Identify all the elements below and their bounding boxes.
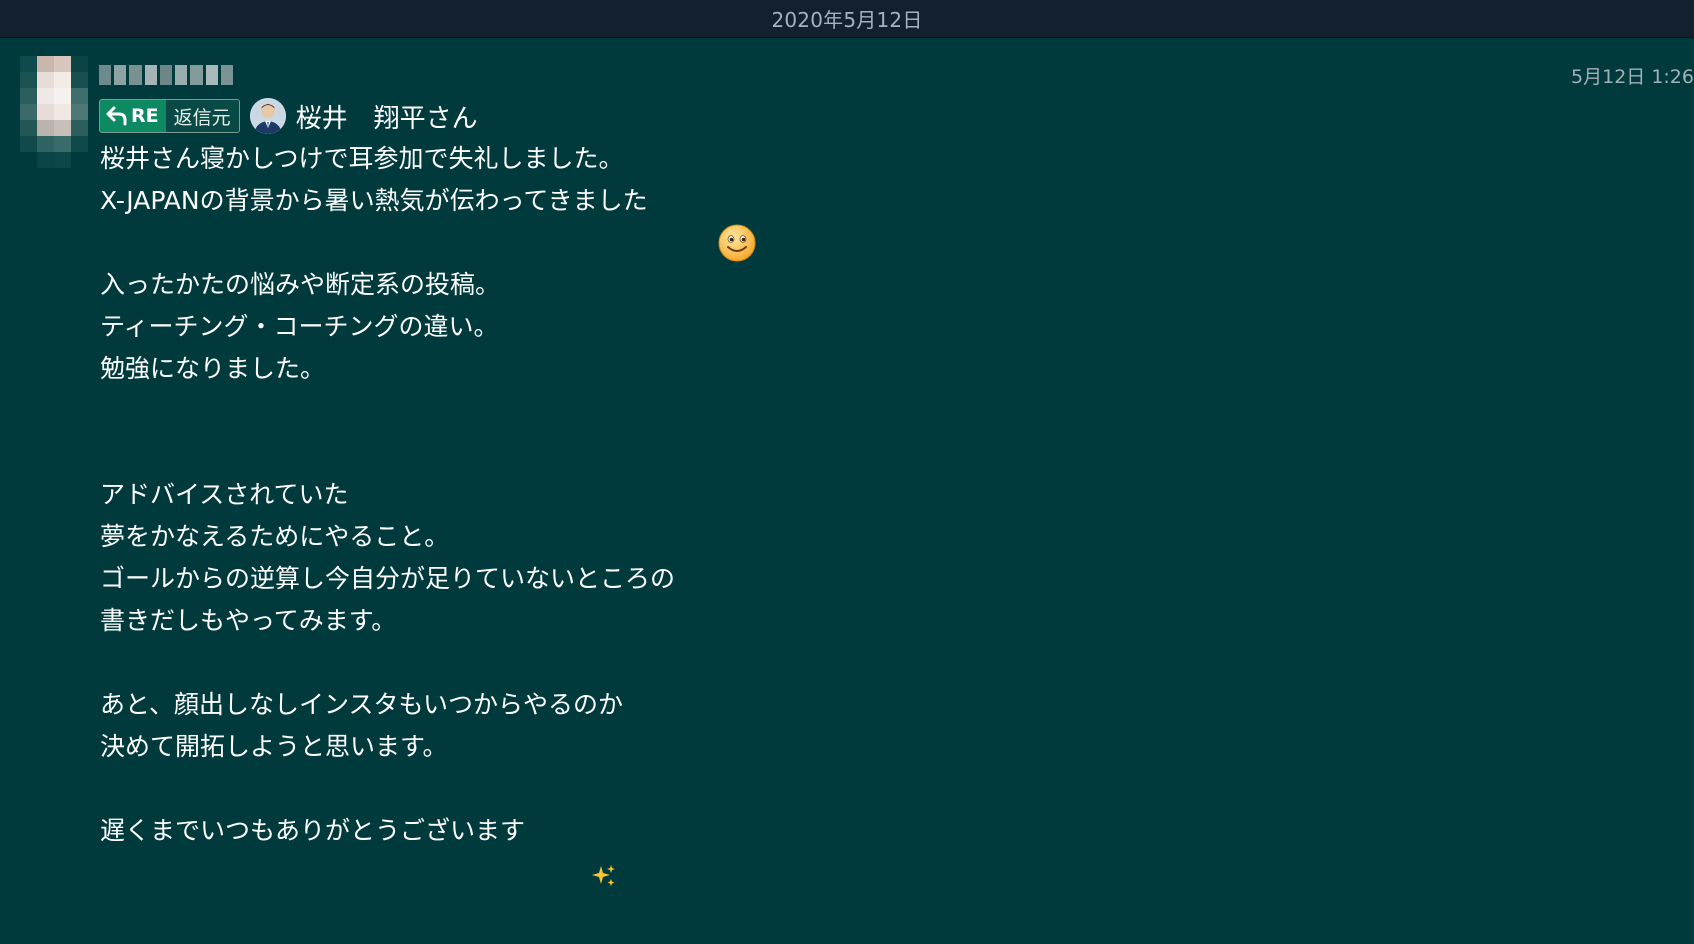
message-line <box>100 390 1500 432</box>
avatar-pixel <box>20 152 37 168</box>
date-divider-label: 2020年5月12日 <box>771 8 923 32</box>
message-line: 決めて開拓しようと思います。 <box>100 732 448 761</box>
sender-name-redacted[interactable] <box>99 65 233 85</box>
message-line: 勉強になりました。 <box>100 354 326 383</box>
avatar-pixel <box>54 136 71 152</box>
message-line <box>100 768 1500 810</box>
sparkles-emoji-icon <box>527 818 615 886</box>
sender-name-pixel <box>114 65 127 85</box>
message-line: 夢をかなえるためにやること。 <box>100 522 450 551</box>
avatar-pixel <box>54 152 71 168</box>
avatar-pixel <box>20 120 37 136</box>
avatar-pixel <box>54 72 71 88</box>
reply-source-badge[interactable]: RE 返信元 <box>99 99 240 133</box>
sender-name-pixel <box>144 65 157 85</box>
avatar-pixel <box>71 72 88 88</box>
avatar-pixel <box>37 104 54 120</box>
message-line: X-JAPANの背景から暑い熱気が伝わってきました <box>100 180 1500 262</box>
date-divider: 2020年5月12日 <box>0 0 1694 38</box>
avatar-pixel <box>20 72 37 88</box>
message-line: 桜井さん寝かしつけで耳参加で失礼しました。 <box>100 144 624 173</box>
message-line <box>100 432 1500 474</box>
avatar-pixel <box>71 136 88 152</box>
sender-name-pixel <box>175 65 188 85</box>
message: 5月12日 1:26 RE 返信元 桜井 翔平さん 桜井さん寝かしつけで耳参加で… <box>0 38 1694 886</box>
avatar-pixel <box>71 104 88 120</box>
reply-source-label: 返信元 <box>165 100 239 132</box>
avatar-pixel <box>37 88 54 104</box>
avatar-pixel <box>20 56 37 72</box>
sender-name-pixel <box>159 65 173 85</box>
avatar-pixel <box>54 104 71 120</box>
avatar-pixel <box>20 88 37 104</box>
avatar-pixel <box>71 56 88 72</box>
sender-name-pixel <box>99 65 112 85</box>
message-body: 桜井さん寝かしつけで耳参加で失礼しました。 X-JAPANの背景から暑い熱気が伝… <box>100 138 1500 886</box>
message-timestamp: 5月12日 1:26 <box>1571 66 1694 88</box>
message-line: 遅くまでいつもありがとうございます <box>100 810 1500 886</box>
message-line: あと、顔出しなしインスタもいつからやるのか <box>100 690 624 719</box>
message-line: 入ったかたの悩みや断定系の投稿。 <box>100 270 501 299</box>
avatar-pixel <box>71 88 88 104</box>
reply-to-name[interactable]: 桜井 翔平さん <box>296 98 478 135</box>
sender-name-pixel <box>129 65 142 85</box>
avatar-pixel <box>20 104 37 120</box>
avatar-pixel <box>37 136 54 152</box>
reply-to-avatar[interactable] <box>249 98 286 134</box>
avatar-pixel <box>54 56 71 72</box>
message-line: 書きだしもやってみます。 <box>100 606 397 635</box>
re-label: RE <box>131 105 159 127</box>
sender-name-pixel <box>190 65 203 85</box>
reply-reference: RE 返信元 桜井 翔平さん <box>99 98 478 134</box>
avatar-pixel <box>37 56 54 72</box>
message-line <box>100 642 1500 684</box>
sender-name-pixel <box>205 65 218 85</box>
message-line: ゴールからの逆算し今自分が足りていないところの <box>100 564 676 593</box>
avatar-pixel <box>54 88 71 104</box>
avatar-pixel <box>71 120 88 136</box>
avatar-pixel <box>71 152 88 168</box>
avatar-pixel <box>37 152 54 168</box>
avatar-pixel <box>37 120 54 136</box>
message-line: ティーチング・コーチングの違い。 <box>100 312 499 341</box>
sender-avatar[interactable] <box>20 56 88 168</box>
reply-arrow-icon <box>106 106 128 126</box>
avatar-pixel <box>20 136 37 152</box>
sender-name-pixel <box>220 65 233 85</box>
avatar-pixel <box>54 120 71 136</box>
message-line <box>100 222 1500 264</box>
smiley-emoji-icon <box>654 181 756 262</box>
avatar-pixel <box>37 72 54 88</box>
message-line: アドバイスされていた <box>100 480 349 509</box>
